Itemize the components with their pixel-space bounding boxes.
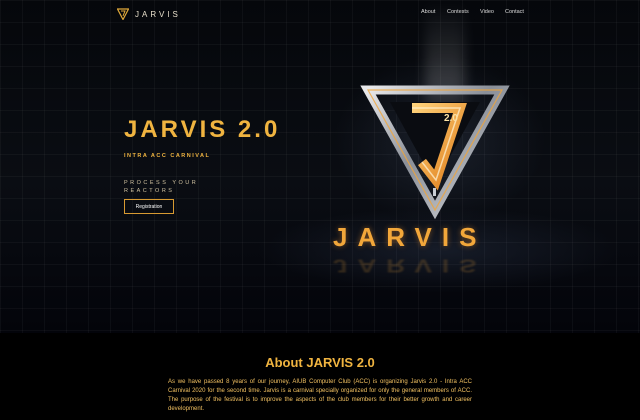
about-section: About JARVIS 2.0 As we have passed 8 yea…: [0, 333, 640, 420]
hero-section: JARVIS About Contests Video Contact JARV…: [0, 0, 640, 333]
hero-title: JARVIS 2.0: [124, 116, 281, 143]
emblem-wordmark: JARVIS: [333, 222, 487, 252]
nav-link-video[interactable]: Video: [480, 9, 494, 15]
about-title: About JARVIS 2.0: [265, 355, 375, 370]
hero-tagline: PROCESS YOUR REACTORS: [124, 180, 199, 194]
brand-name: JARVIS: [135, 9, 181, 19]
brand-logo[interactable]: JARVIS: [117, 8, 181, 20]
jarvis-logo-icon: [117, 8, 129, 20]
registration-button[interactable]: Registration: [124, 199, 174, 214]
jarvis-emblem-icon: 2.0: [360, 85, 510, 220]
nav-link-contact[interactable]: Contact: [505, 9, 524, 15]
emblem-badge-text: 2.0: [444, 113, 458, 124]
nav-link-contests[interactable]: Contests: [447, 9, 469, 15]
nav-link-about[interactable]: About: [421, 9, 435, 15]
hero-subtitle: INTRA ACC CARNIVAL: [124, 153, 211, 159]
emblem-wordmark-reflection: JARVIS: [333, 255, 487, 277]
about-text: As we have passed 8 years of our journey…: [168, 379, 472, 412]
navbar: JARVIS About Contests Video Contact: [0, 0, 640, 28]
